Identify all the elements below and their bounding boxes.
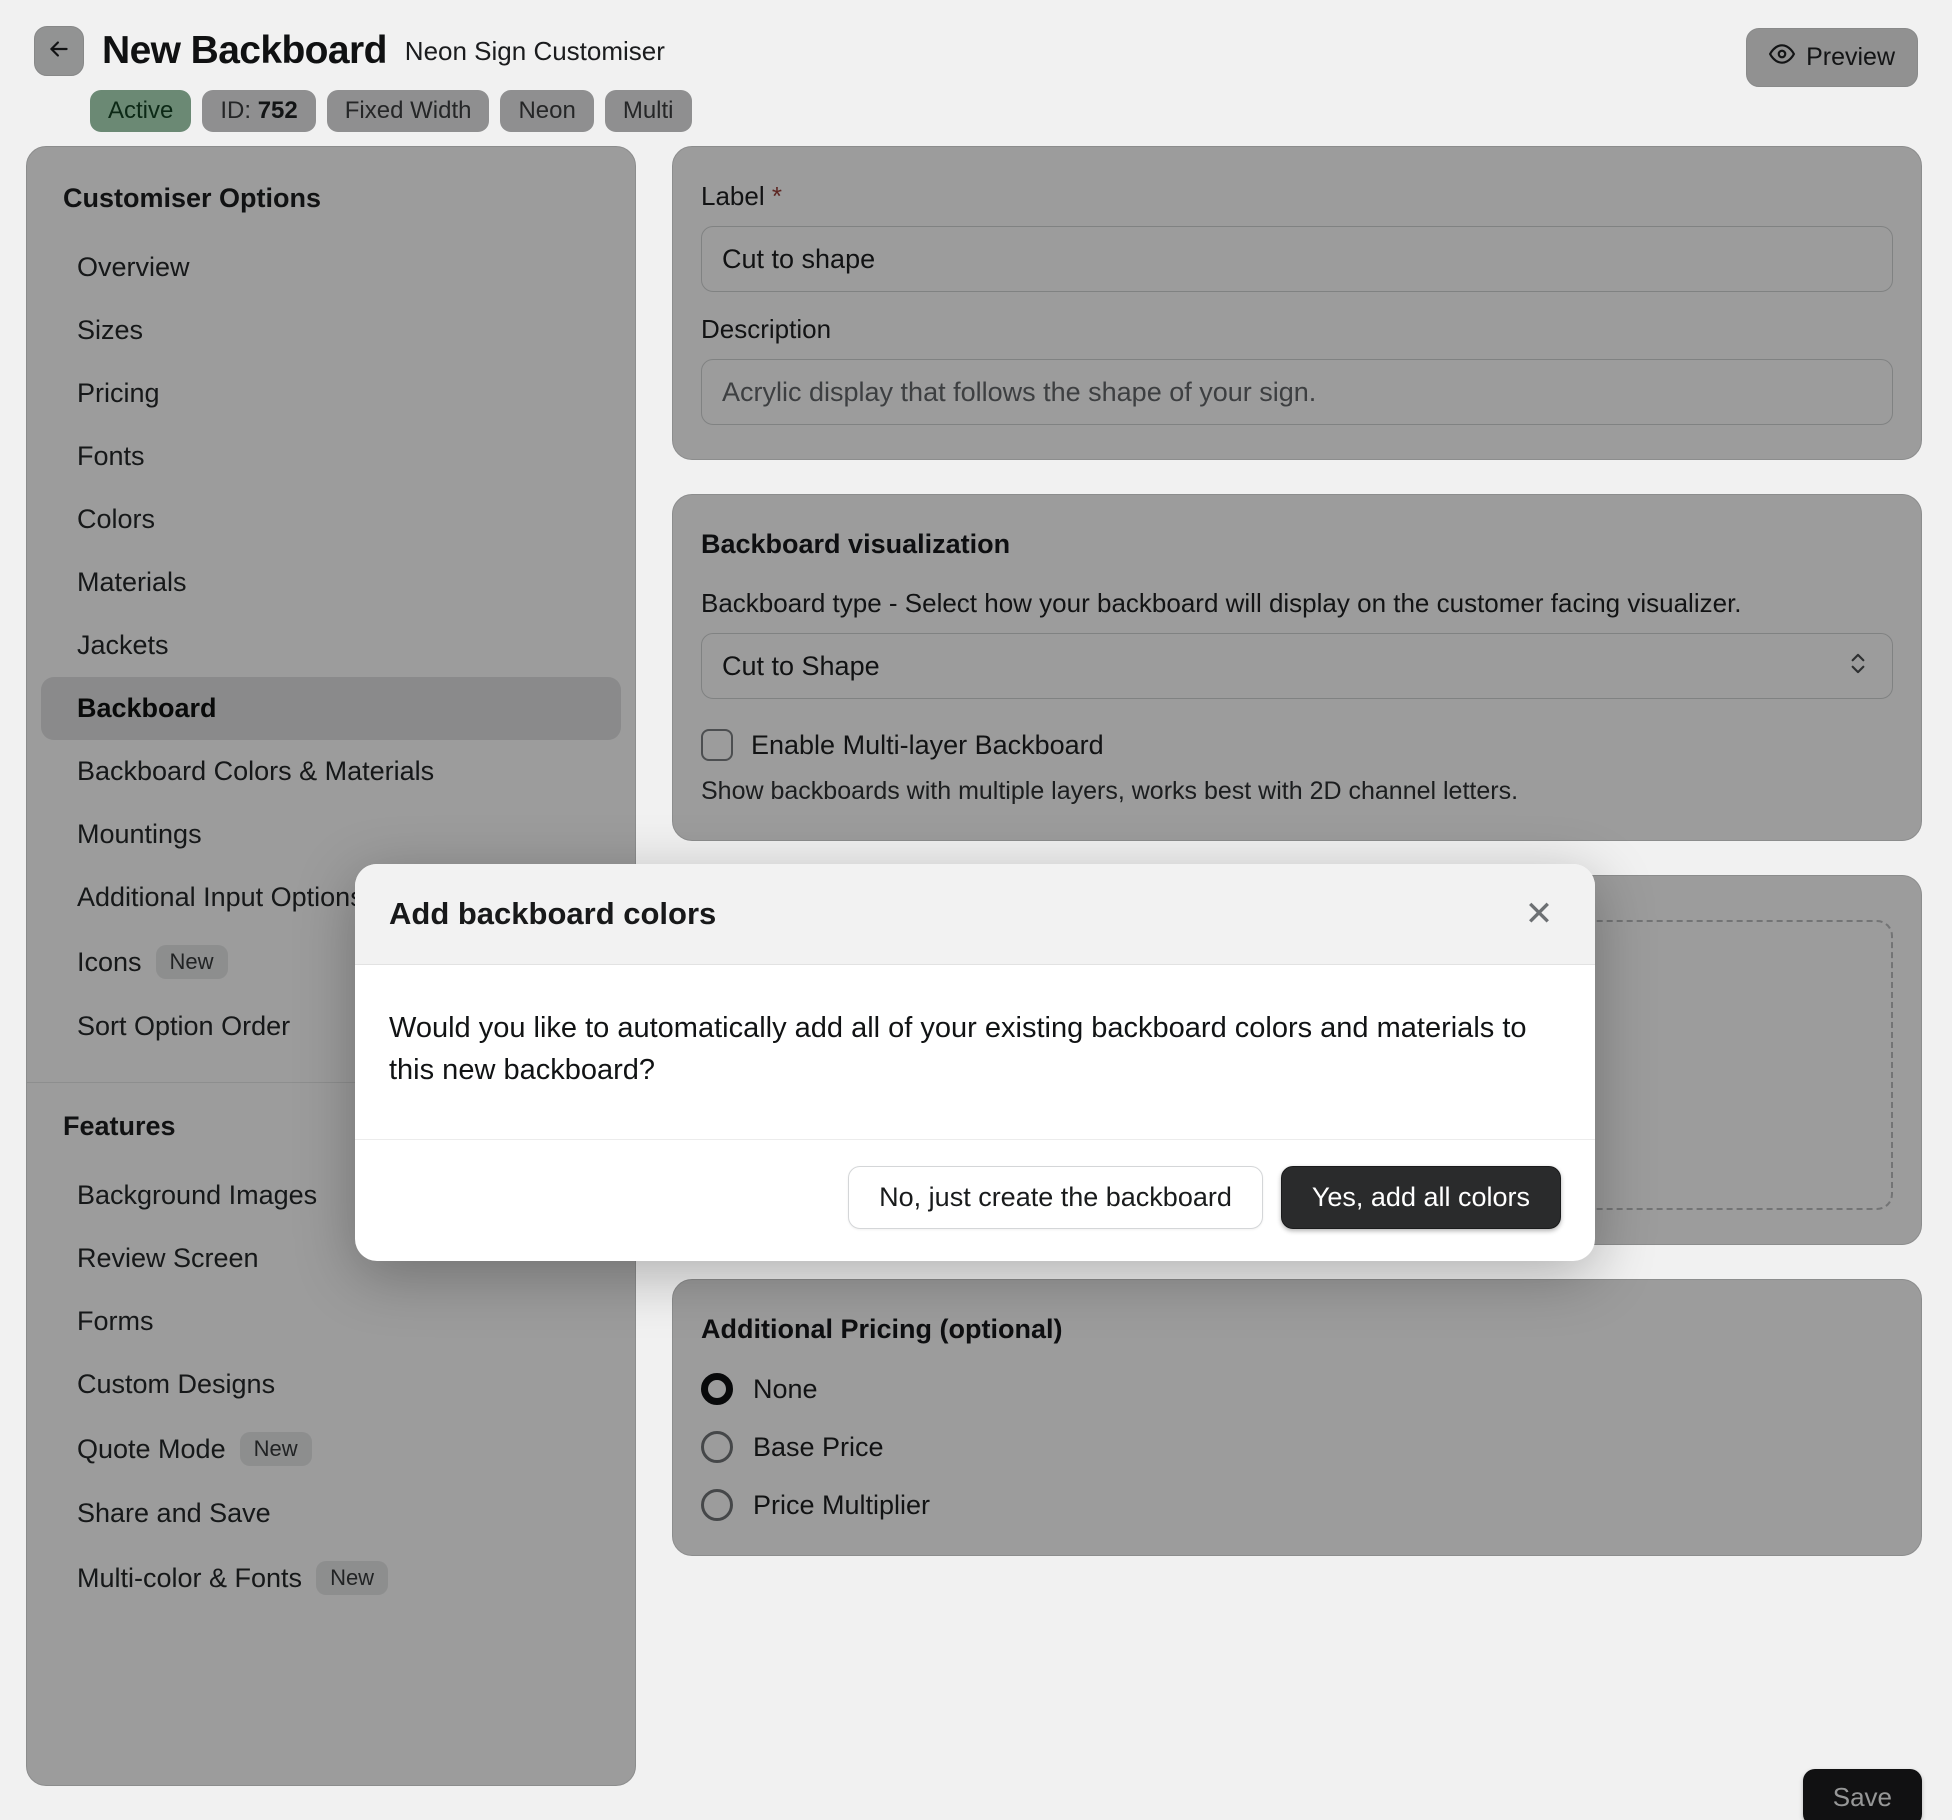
badge-multi: Multi [605,90,692,132]
sidebar-item-label: Review Screen [77,1243,259,1274]
sidebar-item-custom-designs[interactable]: Custom Designs [41,1353,621,1416]
label-field-label: Label * [701,181,1893,212]
pricing-option-none[interactable]: None [701,1373,1893,1405]
sidebar-item-label: Pricing [77,378,160,409]
sidebar-item-label: Backboard Colors & Materials [77,756,434,787]
preview-label: Preview [1806,43,1895,72]
sidebar-item-label: Jackets [77,630,169,661]
preview-button[interactable]: Preview [1746,28,1918,87]
sidebar-item-quote-mode[interactable]: Quote Mode New [41,1416,621,1482]
sidebar-item-label: Multi-color & Fonts [77,1563,302,1594]
additional-pricing-card: Additional Pricing (optional) None Base … [672,1279,1922,1556]
sidebar-item-jackets[interactable]: Jackets [41,614,621,677]
yes-add-all-colors-button[interactable]: Yes, add all colors [1281,1166,1561,1229]
description-input[interactable] [701,359,1893,425]
sidebar-item-mountings[interactable]: Mountings [41,803,621,866]
sidebar-item-label: Backboard [77,693,217,724]
status-badge: Active [90,90,191,132]
sidebar-item-label: Additional Input Options [77,882,364,913]
sidebar-item-label: Overview [77,252,190,283]
sidebar-item-overview[interactable]: Overview [41,236,621,299]
pricing-title: Additional Pricing (optional) [701,1314,1893,1345]
backboard-visualization-card: Backboard visualization Backboard type -… [672,494,1922,841]
badge-row: Active ID: 752 Fixed Width Neon Multi [90,90,1918,132]
backboard-type-select[interactable]: Cut to Shape [701,633,1893,699]
sidebar-item-forms[interactable]: Forms [41,1290,621,1353]
multilayer-checkbox-row[interactable]: Enable Multi-layer Backboard [701,729,1893,761]
new-badge: New [240,1432,312,1466]
radio-label: Base Price [753,1432,884,1463]
sidebar-item-backboard[interactable]: Backboard [41,677,621,740]
close-icon[interactable]: ✕ [1517,892,1561,936]
sidebar-item-label: Share and Save [77,1498,271,1529]
description-field-label: Description [701,314,1893,345]
back-button[interactable] [34,26,84,76]
eye-icon [1769,41,1795,74]
sidebar-item-label: Colors [77,504,155,535]
sidebar-item-label: Sort Option Order [77,1011,290,1042]
sidebar-item-colors[interactable]: Colors [41,488,621,551]
sidebar-item-label: Mountings [77,819,202,850]
sidebar-item-share-and-save[interactable]: Share and Save [41,1482,621,1545]
page-header: New Backboard Neon Sign Customiser Activ… [0,0,1952,132]
modal-body-text: Would you like to automatically add all … [355,965,1595,1140]
spacer [701,292,1893,314]
no-just-create-backboard-button[interactable]: No, just create the backboard [848,1166,1263,1229]
badge-fixed-width: Fixed Width [327,90,490,132]
multilayer-note: Show backboards with multiple layers, wo… [701,777,1893,806]
radio-label: Price Multiplier [753,1490,930,1521]
sidebar-options-title: Customiser Options [27,183,635,214]
sidebar-item-label: Quote Mode [77,1434,226,1465]
label-description-card: Label * Description [672,146,1922,460]
multilayer-checkbox[interactable] [701,729,733,761]
id-badge-value: 752 [258,97,298,124]
sidebar-item-materials[interactable]: Materials [41,551,621,614]
backboard-type-select-wrap: Cut to Shape [701,633,1893,699]
sidebar-item-fonts[interactable]: Fonts [41,425,621,488]
page-subtitle: Neon Sign Customiser [405,36,665,67]
backboard-type-helper: Backboard type - Select how your backboa… [701,588,1893,619]
required-marker: * [772,181,782,211]
label-input[interactable] [701,226,1893,292]
new-badge: New [156,945,228,979]
radio-label: None [753,1374,818,1405]
radio-price-multiplier[interactable] [701,1489,733,1521]
radio-none[interactable] [701,1373,733,1405]
save-button[interactable]: Save [1803,1769,1922,1820]
label-text: Label [701,181,765,211]
sidebar-item-pricing[interactable]: Pricing [41,362,621,425]
pricing-option-price-multiplier[interactable]: Price Multiplier [701,1489,1893,1521]
modal-header: Add backboard colors ✕ [355,864,1595,965]
sidebar-item-label: Fonts [77,441,145,472]
multilayer-label: Enable Multi-layer Backboard [751,730,1104,761]
header-title-row: New Backboard Neon Sign Customiser [34,26,1918,76]
pricing-option-base-price[interactable]: Base Price [701,1431,1893,1463]
sidebar-item-label: Icons [77,947,142,978]
add-backboard-colors-modal: Add backboard colors ✕ Would you like to… [355,864,1595,1261]
sidebar-item-label: Custom Designs [77,1369,275,1400]
visualization-title: Backboard visualization [701,529,1893,560]
app-root: New Backboard Neon Sign Customiser Activ… [0,0,1952,1820]
arrow-left-icon [46,36,72,67]
id-badge-label: ID: [220,97,251,124]
sidebar-item-label: Materials [77,567,187,598]
sidebar-item-label: Background Images [77,1180,317,1211]
page-title: New Backboard [102,29,387,73]
radio-base-price[interactable] [701,1431,733,1463]
sidebar-item-label: Forms [77,1306,154,1337]
new-badge: New [316,1561,388,1595]
badge-neon: Neon [500,90,593,132]
sidebar-item-backboard-colors-materials[interactable]: Backboard Colors & Materials [41,740,621,803]
modal-footer: No, just create the backboard Yes, add a… [355,1140,1595,1261]
sidebar-item-multi-color-fonts[interactable]: Multi-color & Fonts New [41,1545,621,1611]
modal-title: Add backboard colors [389,896,716,932]
sidebar-item-sizes[interactable]: Sizes [41,299,621,362]
id-badge: ID: 752 [202,90,315,132]
sidebar-item-label: Sizes [77,315,143,346]
